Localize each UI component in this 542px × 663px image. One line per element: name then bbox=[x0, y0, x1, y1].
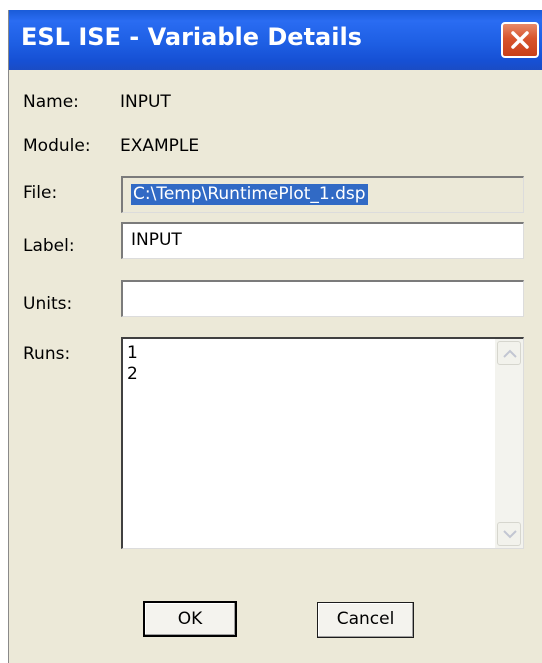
title-bar[interactable]: ESL ISE - Variable Details bbox=[9, 10, 542, 70]
vertical-scrollbar[interactable] bbox=[495, 339, 523, 548]
close-icon bbox=[511, 31, 529, 49]
variable-details-dialog: ESL ISE - Variable Details Name: INPUT M… bbox=[8, 10, 542, 663]
runs-listbox[interactable]: 1 2 bbox=[121, 337, 524, 549]
module-label: Module: bbox=[23, 136, 91, 156]
label-label: Label: bbox=[23, 236, 75, 256]
units-field[interactable] bbox=[121, 280, 524, 317]
module-value: EXAMPLE bbox=[120, 136, 200, 156]
file-field[interactable]: C:\Temp\RuntimePlot_1.dsp bbox=[121, 176, 524, 213]
chevron-down-icon bbox=[503, 530, 517, 539]
list-item[interactable]: 1 bbox=[127, 343, 138, 364]
label-field[interactable]: INPUT bbox=[121, 222, 524, 259]
list-item[interactable]: 2 bbox=[127, 364, 138, 385]
chevron-up-icon bbox=[503, 349, 517, 358]
cancel-button[interactable]: Cancel bbox=[317, 602, 414, 638]
scroll-up-button[interactable] bbox=[497, 341, 521, 365]
label-field-text: INPUT bbox=[131, 230, 182, 250]
runs-list: 1 2 bbox=[127, 343, 138, 385]
window-title: ESL ISE - Variable Details bbox=[21, 23, 362, 51]
name-label: Name: bbox=[23, 92, 79, 112]
file-path-text: C:\Temp\RuntimePlot_1.dsp bbox=[131, 184, 368, 205]
runs-label: Runs: bbox=[23, 344, 71, 364]
file-label: File: bbox=[23, 183, 58, 203]
ok-button[interactable]: OK bbox=[143, 601, 237, 637]
name-value: INPUT bbox=[120, 92, 171, 112]
scroll-down-button[interactable] bbox=[497, 522, 521, 546]
units-label: Units: bbox=[23, 294, 73, 314]
close-button[interactable] bbox=[501, 22, 539, 58]
